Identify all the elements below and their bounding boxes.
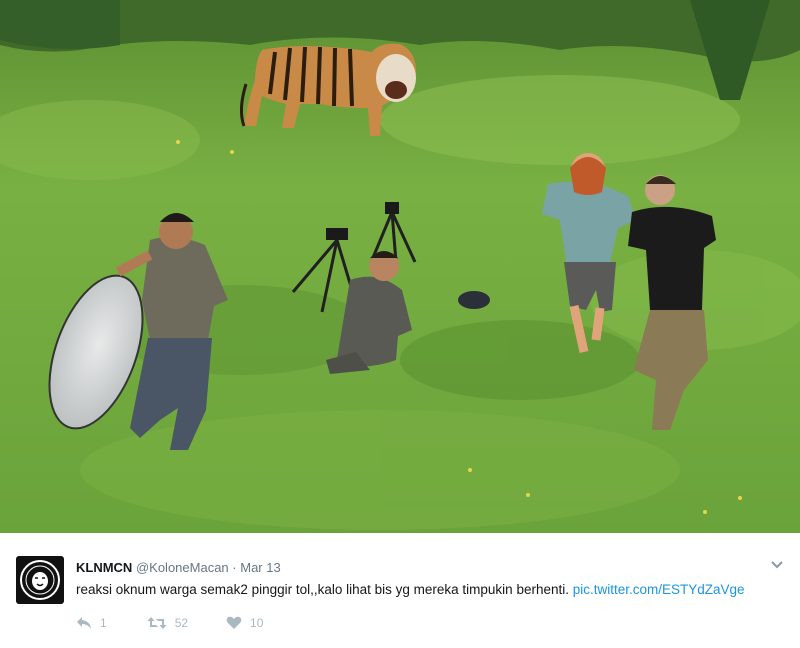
- camera-bag: [458, 291, 490, 309]
- separator-dot: ·: [232, 560, 237, 575]
- chevron-down-icon[interactable]: [770, 558, 784, 572]
- tweet-header: KLNMCN @KoloneMacan · Mar 13: [76, 560, 281, 575]
- like-count: 10: [250, 616, 264, 630]
- retweet-icon: [147, 617, 167, 629]
- user-handle[interactable]: @KoloneMacan: [136, 560, 229, 575]
- reply-button[interactable]: 1: [76, 616, 107, 630]
- like-button[interactable]: 10: [226, 616, 263, 630]
- display-name[interactable]: KLNMCN: [76, 560, 132, 575]
- tweet-body: reaksi oknum warga semak2 pinggir tol,,k…: [76, 582, 573, 597]
- heart-icon: [226, 616, 242, 629]
- tweet-photo[interactable]: [0, 0, 800, 533]
- reply-count: 1: [100, 616, 107, 630]
- tweet-media-link[interactable]: pic.twitter.com/ESTYdZaVge: [573, 582, 745, 597]
- tiger-emblem-icon: [20, 560, 60, 600]
- tweet-card: KLNMCN @KoloneMacan · Mar 13 reaksi oknu…: [0, 533, 800, 648]
- reply-icon: [77, 617, 91, 629]
- tweet-date[interactable]: Mar 13: [240, 560, 280, 575]
- retweet-count: 52: [174, 616, 189, 630]
- retweet-button[interactable]: 52: [147, 616, 188, 630]
- tweet-actions: 1 52 10: [76, 615, 263, 631]
- avatar[interactable]: [16, 556, 64, 604]
- tweet-text: reaksi oknum warga semak2 pinggir tol,,k…: [76, 582, 745, 597]
